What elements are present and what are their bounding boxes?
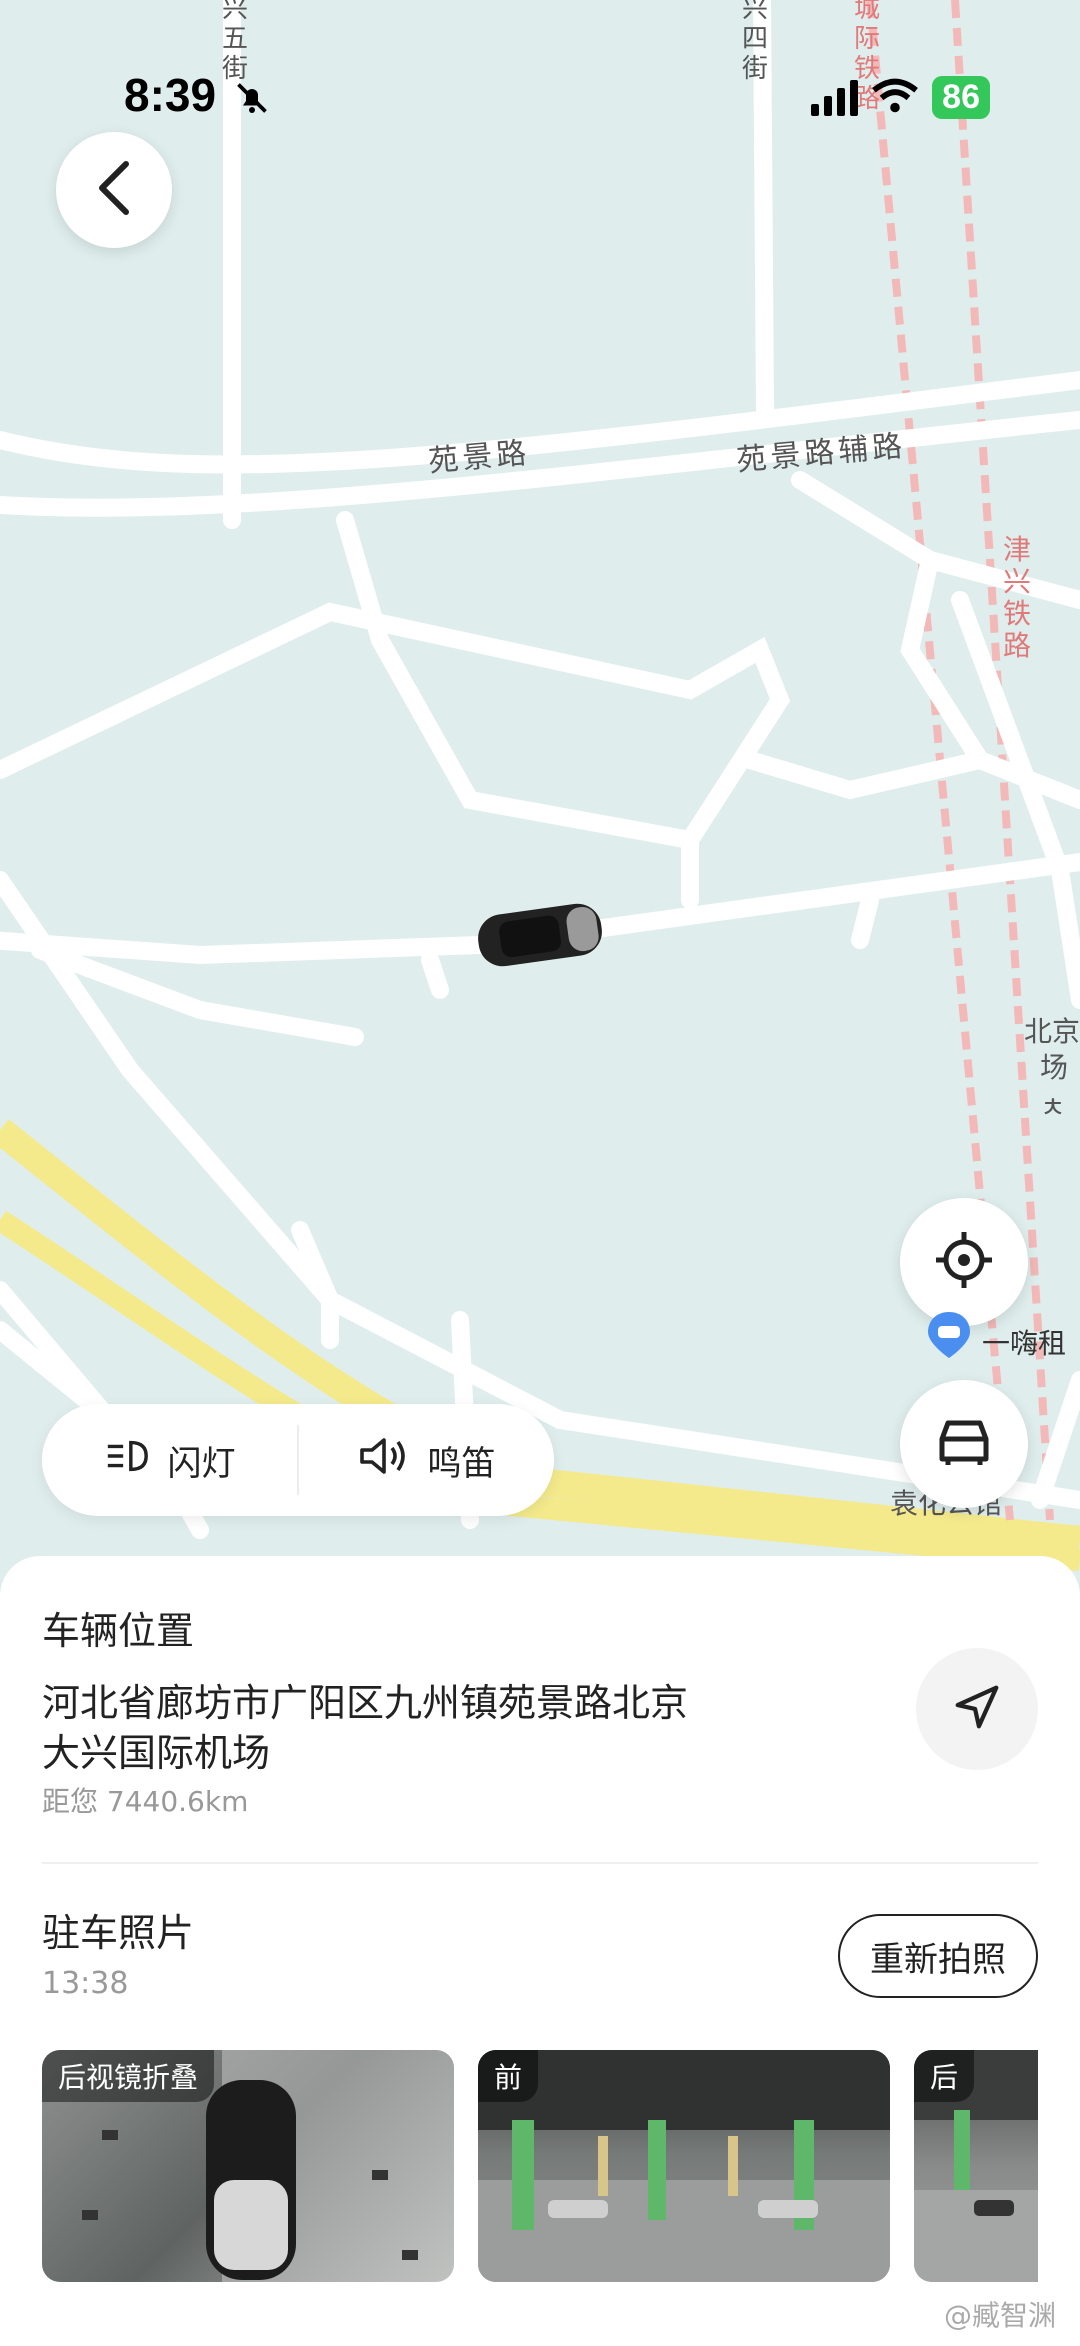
parking-photo[interactable]: 后视镜折叠	[42, 2050, 454, 2282]
parking-photo-strip[interactable]: 后视镜折叠 前 后	[42, 2050, 1038, 2282]
flash-lights-button[interactable]: 闪灯	[42, 1436, 297, 1485]
divider	[42, 1862, 1038, 1864]
vehicle-address: 河北省廊坊市广阳区九州镇苑景路北京 大兴国际机场	[42, 1678, 762, 1778]
watermark: @臧智渊	[943, 2299, 1056, 2332]
road-label: 苑景路	[426, 435, 532, 480]
parking-photo[interactable]: 后	[914, 2050, 1038, 2282]
vehicle-location-title: 车辆位置	[42, 1609, 195, 1653]
battery-indicator: 86	[932, 76, 990, 119]
parking-photos-title: 驻车照片	[42, 1911, 195, 1955]
vehicle-info-sheet: 车辆位置 河北省廊坊市广阳区九州镇苑景路北京 大兴国际机场 距您 7440.6k…	[0, 1556, 1080, 2346]
road-label: 津兴铁路	[1003, 533, 1032, 662]
back-button[interactable]	[56, 132, 172, 248]
locate-icon	[932, 1228, 996, 1296]
car-outline-icon	[932, 1415, 996, 1473]
navigate-button[interactable]	[916, 1648, 1038, 1770]
map-view[interactable]	[0, 0, 1080, 1600]
bell-off-icon	[234, 80, 270, 120]
horn-label: 鸣笛	[427, 1443, 496, 1484]
status-time: 8:39	[124, 69, 217, 121]
back-icon	[92, 160, 136, 220]
photo-label: 前	[478, 2050, 539, 2102]
road-label: 兴四街	[742, 0, 769, 84]
headlight-icon	[104, 1436, 150, 1485]
address-line: 河北省廊坊市广阳区九州镇苑景路北京	[42, 1681, 689, 1725]
photo-timestamp: 13:38	[42, 1966, 129, 2001]
quick-actions-bar: 闪灯 鸣笛	[42, 1404, 554, 1516]
signal-icon	[811, 79, 859, 116]
status-indicators: 86	[811, 76, 990, 119]
flash-lights-label: 闪灯	[167, 1443, 236, 1484]
locate-button[interactable]	[900, 1198, 1028, 1326]
navigate-arrow-icon	[950, 1680, 1004, 1738]
retake-photo-button[interactable]: 重新拍照	[838, 1914, 1038, 1998]
parking-photo[interactable]: 前	[478, 2050, 890, 2282]
speaker-icon	[358, 1436, 410, 1485]
address-line: 大兴国际机场	[42, 1731, 271, 1775]
car-focus-button[interactable]	[900, 1380, 1028, 1508]
photo-label: 后	[914, 2050, 975, 2102]
photo-label: 后视镜折叠	[42, 2050, 215, 2102]
wifi-icon	[872, 78, 919, 118]
road-label: 兴五街	[222, 0, 249, 84]
distance-text: 距您 7440.6km	[42, 1785, 249, 1818]
photo-front	[478, 2050, 890, 2282]
road-label: 北京	[1024, 1015, 1080, 1048]
road-label: 场ㅊ	[1040, 1051, 1069, 1124]
poi-label[interactable]: 一嗨租	[982, 1322, 1066, 1362]
poi-pin-icon[interactable]	[926, 1310, 972, 1360]
horn-button[interactable]: 鸣笛	[299, 1436, 554, 1485]
